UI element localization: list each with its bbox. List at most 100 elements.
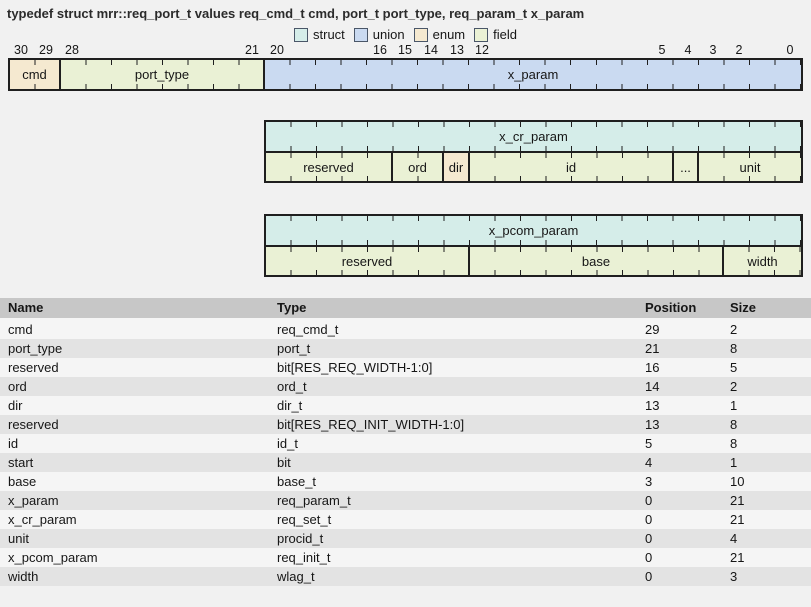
cell-type: bit[RES_REQ_INIT_WIDTH-1:0]	[277, 415, 464, 434]
cell-name: reserved	[8, 358, 59, 377]
cell-size: 21	[730, 548, 744, 567]
bit-number: 12	[469, 43, 495, 57]
cell-position: 4	[645, 453, 652, 472]
struct-fields-x-cr-param: reserved ord dir id ... unit	[266, 153, 801, 181]
cell-size: 8	[730, 339, 737, 358]
cell-type: base_t	[277, 472, 316, 491]
cell-name: id	[8, 434, 18, 453]
cell-position: 3	[645, 472, 652, 491]
cell-name: reserved	[8, 415, 59, 434]
field-cell-dir: dir	[444, 153, 470, 181]
cell-name: dir	[8, 396, 22, 415]
legend-swatch-struct	[294, 28, 308, 42]
legend: struct union enum field	[0, 27, 811, 42]
field-cell-x-param: x_param	[265, 60, 801, 89]
cell-size: 2	[730, 377, 737, 396]
bit-number: 15	[392, 43, 418, 57]
cell-size: 5	[730, 358, 737, 377]
fields-table: Name Type Position Size cmd req_cmd_t 29…	[0, 298, 811, 586]
field-cell-reserved: reserved	[266, 153, 393, 181]
bit-number: 20	[264, 43, 290, 57]
bit-number: 28	[59, 43, 85, 57]
table-row: x_cr_param req_set_t 0 21	[0, 510, 811, 529]
cell-type: req_cmd_t	[277, 320, 338, 339]
cell-size: 1	[730, 453, 737, 472]
legend-item-field: field	[474, 27, 517, 42]
cell-type: bit	[277, 453, 291, 472]
cell-type: procid_t	[277, 529, 323, 548]
table-row: id id_t 5 8	[0, 434, 811, 453]
bit-number: 3	[700, 43, 726, 57]
cell-size: 10	[730, 472, 744, 491]
bit-number: 21	[239, 43, 265, 57]
cell-size: 21	[730, 491, 744, 510]
cell-position: 0	[645, 567, 652, 586]
cell-name: port_type	[8, 339, 62, 358]
cell-name: cmd	[8, 320, 33, 339]
cell-position: 5	[645, 434, 652, 453]
field-cell-cmd: cmd	[10, 60, 61, 89]
field-cell-ellipsis: ...	[674, 153, 699, 181]
cell-type: req_init_t	[277, 548, 330, 567]
bit-number: 13	[444, 43, 470, 57]
cell-name: width	[8, 567, 38, 586]
field-cell-width: width	[724, 247, 801, 275]
legend-swatch-enum	[414, 28, 428, 42]
cell-position: 21	[645, 339, 659, 358]
field-cell-reserved: reserved	[266, 247, 470, 275]
cell-type: req_set_t	[277, 510, 331, 529]
cell-size: 8	[730, 434, 737, 453]
cell-size: 8	[730, 415, 737, 434]
cell-name: unit	[8, 529, 29, 548]
legend-label-field: field	[493, 27, 517, 42]
table-row: width wlag_t 0 3	[0, 567, 811, 586]
cell-name: x_param	[8, 491, 59, 510]
field-cell-port-type: port_type	[61, 60, 265, 89]
cell-position: 29	[645, 320, 659, 339]
column-header-position: Position	[645, 298, 696, 318]
struct-header-x-pcom-param: x_pcom_param	[266, 216, 801, 247]
cell-name: x_pcom_param	[8, 548, 98, 567]
cell-type: req_param_t	[277, 491, 351, 510]
cell-position: 13	[645, 415, 659, 434]
cell-type: id_t	[277, 434, 298, 453]
legend-label-union: union	[373, 27, 405, 42]
struct-group-x-pcom-param: x_pcom_param reserved base width	[264, 214, 803, 277]
struct-header-x-cr-param: x_cr_param	[266, 122, 801, 153]
cell-position: 0	[645, 491, 652, 510]
cell-position: 0	[645, 510, 652, 529]
table-row: x_param req_param_t 0 21	[0, 491, 811, 510]
legend-item-enum: enum	[414, 27, 466, 42]
column-header-type: Type	[277, 298, 306, 318]
table-row: dir dir_t 13 1	[0, 396, 811, 415]
cell-size: 1	[730, 396, 737, 415]
bit-number: 2	[726, 43, 752, 57]
bit-number: 5	[649, 43, 675, 57]
table-row: port_type port_t 21 8	[0, 339, 811, 358]
bit-number: 14	[418, 43, 444, 57]
cell-type: wlag_t	[277, 567, 315, 586]
field-cell-unit: unit	[699, 153, 801, 181]
cell-type: bit[RES_REQ_WIDTH-1:0]	[277, 358, 432, 377]
legend-swatch-union	[354, 28, 368, 42]
bit-number: 30	[8, 43, 34, 57]
field-cell-ord: ord	[393, 153, 444, 181]
bit-number: 0	[777, 43, 803, 57]
cell-size: 3	[730, 567, 737, 586]
legend-item-struct: struct	[294, 27, 345, 42]
cell-size: 21	[730, 510, 744, 529]
table-row: unit procid_t 0 4	[0, 529, 811, 548]
page-title: typedef struct mrr::req_port_t values re…	[7, 6, 584, 21]
cell-name: start	[8, 453, 33, 472]
cell-position: 13	[645, 396, 659, 415]
table-row: base base_t 3 10	[0, 472, 811, 491]
cell-name: x_cr_param	[8, 510, 77, 529]
table-row: start bit 4 1	[0, 453, 811, 472]
table-row: cmd req_cmd_t 29 2	[0, 320, 811, 339]
cell-type: dir_t	[277, 396, 302, 415]
cell-name: base	[8, 472, 36, 491]
bit-number: 29	[33, 43, 59, 57]
cell-position: 0	[645, 529, 652, 548]
bit-number: 4	[675, 43, 701, 57]
field-cell-id: id	[470, 153, 674, 181]
